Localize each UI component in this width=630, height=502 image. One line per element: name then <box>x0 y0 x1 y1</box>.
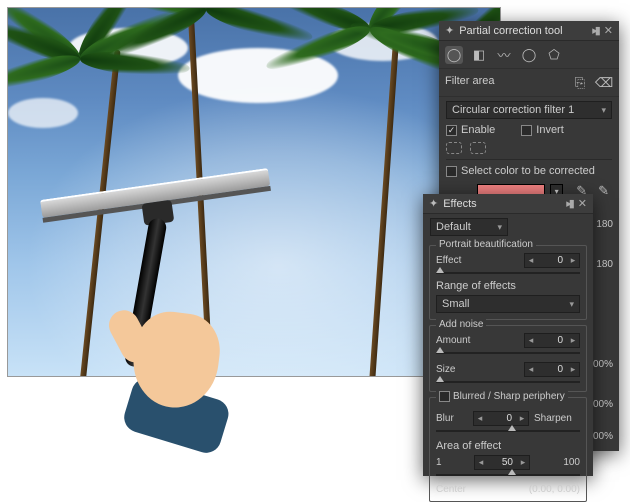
close-icon[interactable]: ✕ <box>578 197 587 210</box>
periphery-slider[interactable] <box>436 428 580 434</box>
blur-label: Blur <box>436 413 468 424</box>
periphery-value: 0 <box>486 413 516 424</box>
increment-icon[interactable]: ▸ <box>567 255 579 266</box>
decrement-icon[interactable]: ◂ <box>525 335 537 346</box>
range-label: Range of effects <box>436 280 580 292</box>
area-slider[interactable] <box>436 472 580 478</box>
amount-slider[interactable] <box>436 350 580 356</box>
panel-title: Partial correction tool <box>459 25 592 37</box>
pin-icon[interactable]: ▸▮ <box>592 24 598 37</box>
invert-checkbox[interactable] <box>521 125 532 136</box>
copy-filter-icon[interactable]: ⎘ <box>571 74 589 92</box>
filter-area-label: Filter area <box>445 75 495 87</box>
size-slider[interactable] <box>436 379 580 385</box>
size-label: Size <box>436 364 468 375</box>
size-value: 0 <box>537 364 567 375</box>
enable-checkbox[interactable] <box>446 125 457 136</box>
amount-label: Amount <box>436 335 470 346</box>
center-value: (0.00, 0.00) <box>529 484 580 495</box>
increment-icon[interactable]: ▸ <box>517 457 529 468</box>
center-label: Center <box>436 484 468 495</box>
mask-tool-b-icon[interactable] <box>470 142 486 154</box>
wand-icon: ✦ <box>429 197 438 210</box>
decrement-icon[interactable]: ◂ <box>474 413 486 424</box>
periphery-fieldset: Blurred / Sharp periphery Blur ◂ 0 ▸ Sha… <box>429 397 587 502</box>
preset-dropdown[interactable]: Default ▾ <box>430 218 508 236</box>
preset-value: Default <box>436 221 471 233</box>
effect-label: Effect <box>436 255 468 266</box>
area-value: 50 <box>487 457 517 468</box>
close-icon[interactable]: ✕ <box>604 24 613 37</box>
effect-slider[interactable] <box>436 270 580 276</box>
mask-tool-a-icon[interactable] <box>446 142 462 154</box>
chevron-down-icon: ▾ <box>497 222 502 233</box>
gradient-tool-icon[interactable]: ◧ <box>470 46 488 64</box>
filter-dropdown-value: Circular correction filter 1 <box>452 104 574 116</box>
size-spinner[interactable]: ◂ 0 ▸ <box>524 362 580 377</box>
decrement-icon[interactable]: ◂ <box>525 255 537 266</box>
chevron-down-icon: ▾ <box>601 105 606 116</box>
increment-icon[interactable]: ▸ <box>567 364 579 375</box>
noise-fieldset: Add noise Amount ◂ 0 ▸ Size ◂ 0 ▸ <box>429 325 587 392</box>
decrement-icon[interactable]: ◂ <box>475 457 487 468</box>
pin-icon[interactable]: ▸▮ <box>566 197 572 210</box>
sharpen-label: Sharpen <box>534 413 572 424</box>
cloud <box>8 98 78 128</box>
lasso-tool-icon[interactable]: ◯ <box>520 46 538 64</box>
area-spinner[interactable]: ◂ 50 ▸ <box>474 455 530 470</box>
area-max: 100 <box>558 457 580 468</box>
periphery-checkbox[interactable] <box>439 391 450 402</box>
wand-icon: ✦ <box>445 24 454 37</box>
periphery-spinner[interactable]: ◂ 0 ▸ <box>473 411 529 426</box>
enable-label: Enable <box>461 124 495 136</box>
noise-legend: Add noise <box>436 319 486 330</box>
increment-icon[interactable]: ▸ <box>516 413 528 424</box>
portrait-legend: Portrait beautification <box>436 239 536 250</box>
invert-label: Invert <box>536 124 564 136</box>
polygon-tool-icon[interactable]: ⬠ <box>545 46 563 64</box>
area-label: Area of effect <box>436 440 580 452</box>
select-color-checkbox[interactable] <box>446 166 457 177</box>
range-dropdown[interactable]: Small ▾ <box>436 295 580 313</box>
panel-titlebar[interactable]: ✦ Effects ▸▮ ✕ <box>423 194 593 214</box>
amount-value: 0 <box>537 335 567 346</box>
effect-value: 0 <box>537 255 567 266</box>
area-min: 1 <box>436 457 446 468</box>
effect-spinner[interactable]: ◂ 0 ▸ <box>524 253 580 268</box>
increment-icon[interactable]: ▸ <box>567 335 579 346</box>
periphery-legend: Blurred / Sharp periphery <box>453 391 565 402</box>
chevron-down-icon: ▾ <box>569 299 574 310</box>
filter-dropdown[interactable]: Circular correction filter 1 ▾ <box>446 101 612 119</box>
eyedropper-minus-icon[interactable]: ✎ <box>595 182 612 200</box>
brush-tool-icon[interactable]: 〰 <box>495 46 513 64</box>
decrement-icon[interactable]: ◂ <box>525 364 537 375</box>
panel-title: Effects <box>443 198 566 210</box>
panel-titlebar[interactable]: ✦ Partial correction tool ▸▮ ✕ <box>439 21 619 41</box>
effects-panel: ✦ Effects ▸▮ ✕ Default ▾ Portrait beauti… <box>423 194 593 476</box>
shape-toolbar: ◯ ◧ 〰 ◯ ⬠ <box>439 41 619 69</box>
portrait-fieldset: Portrait beautification Effect ◂ 0 ▸ Ran… <box>429 245 587 320</box>
select-color-label: Select color to be corrected <box>461 165 595 177</box>
range-value: Small <box>442 298 470 310</box>
delete-filter-icon[interactable]: ⌫ <box>595 74 613 92</box>
amount-spinner[interactable]: ◂ 0 ▸ <box>524 333 580 348</box>
circle-tool-icon[interactable]: ◯ <box>445 46 463 64</box>
